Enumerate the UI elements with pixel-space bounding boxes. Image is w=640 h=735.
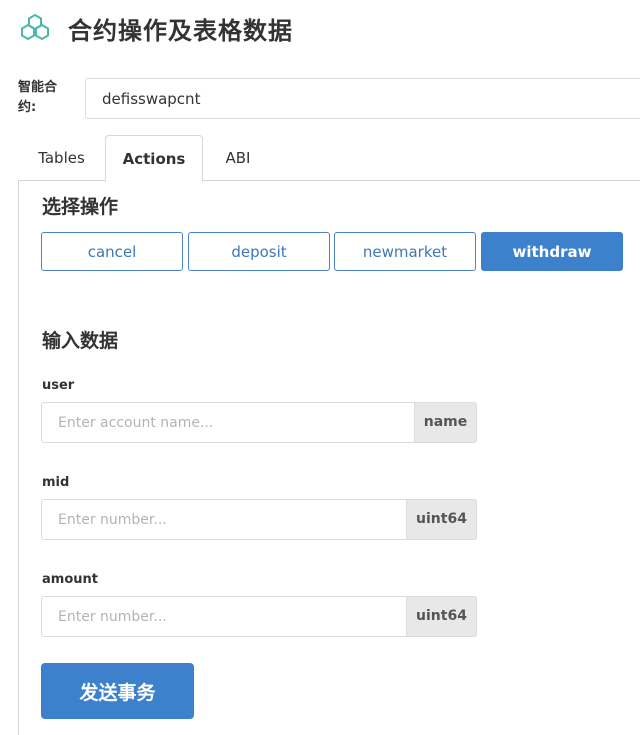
select-action-heading: 选择操作 (42, 196, 119, 218)
amount-field-label: amount (42, 572, 98, 587)
user-field-label: user (42, 378, 75, 393)
action-newmarket-button[interactable]: newmarket (334, 232, 476, 271)
user-type-addon: name (414, 402, 477, 443)
tab-abi[interactable]: ABI (203, 135, 273, 181)
input-data-heading: 输入数据 (42, 330, 119, 352)
action-cancel-button[interactable]: cancel (41, 232, 183, 271)
tab-tables[interactable]: Tables (18, 135, 105, 181)
amount-input[interactable] (41, 596, 406, 637)
action-deposit-button[interactable]: deposit (188, 232, 330, 271)
page-title: 合约操作及表格数据 (68, 16, 293, 45)
mid-field-label: mid (42, 475, 70, 490)
hexagon-cluster-icon (18, 11, 52, 45)
contract-label: 智能合约: (18, 80, 58, 115)
tab-bar: Tables Actions ABI (18, 135, 640, 182)
contract-name-input[interactable] (85, 78, 640, 119)
user-input[interactable] (41, 402, 414, 443)
mid-input[interactable] (41, 499, 406, 540)
page-header: 合约操作及表格数据 (18, 8, 293, 48)
send-transaction-button[interactable]: 发送事务 (41, 663, 194, 719)
tab-actions[interactable]: Actions (105, 135, 203, 182)
action-withdraw-button[interactable]: withdraw (481, 232, 623, 271)
mid-type-addon: uint64 (406, 499, 477, 540)
amount-type-addon: uint64 (406, 596, 477, 637)
